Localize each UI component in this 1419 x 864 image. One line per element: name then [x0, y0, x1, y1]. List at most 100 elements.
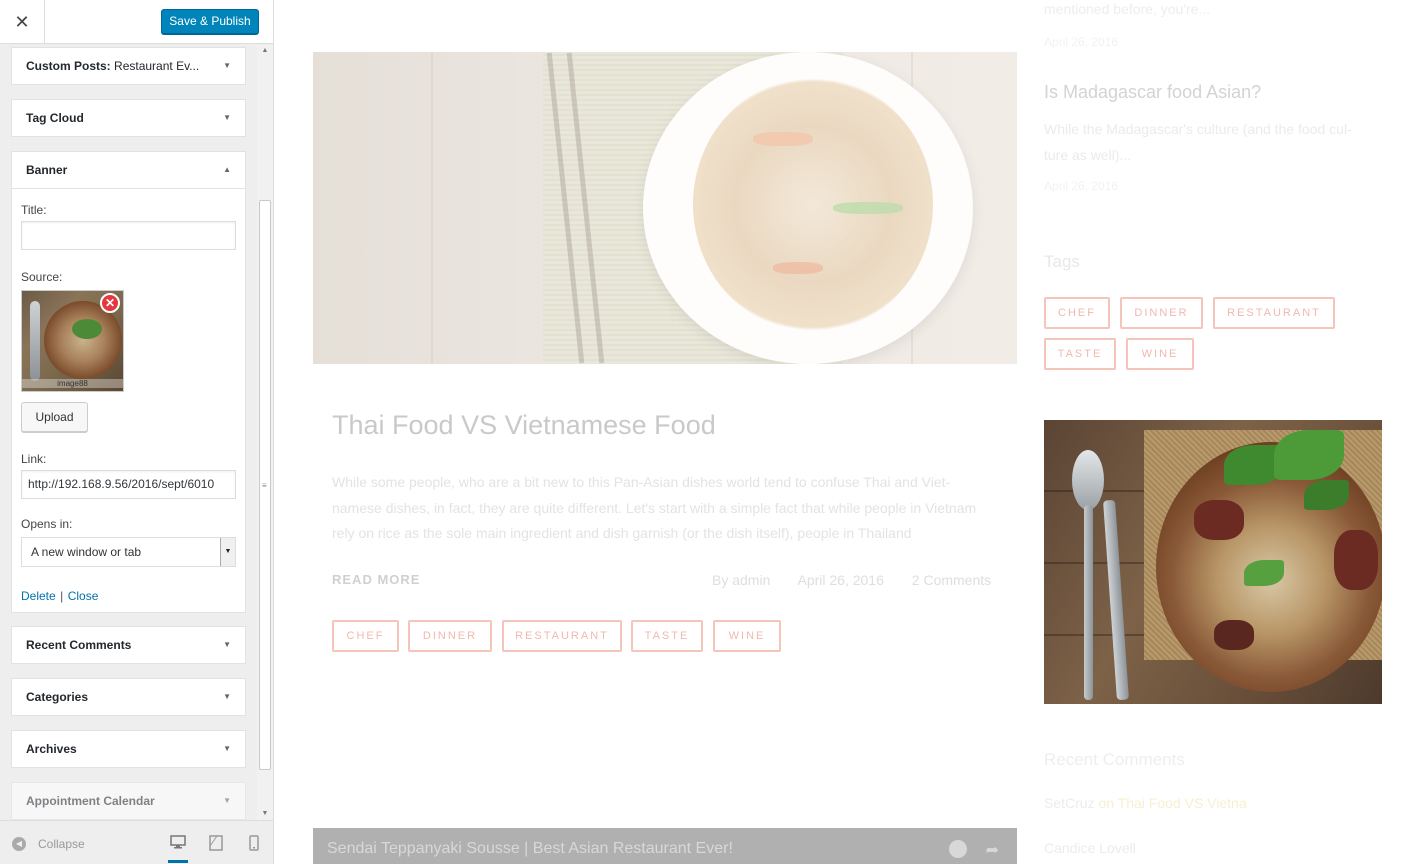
save-publish-button[interactable]: Save & Publish [161, 9, 259, 34]
sidebar-post-excerpt: While the Madagascar's culture (and the … [1044, 121, 1352, 163]
banner-widget-image[interactable] [1044, 420, 1382, 704]
separator: | [60, 589, 64, 603]
post-title[interactable]: Thai Food VS Vietnamese Food [332, 410, 716, 441]
image-spoon [1072, 450, 1104, 510]
widget-banner[interactable]: Banner ▲ Title: Source: image88 ✕ Upload… [11, 151, 246, 613]
grip-icon: ≡ [262, 481, 267, 490]
customizer-header: ✕ Save & Publish [0, 0, 273, 44]
widget-archives[interactable]: Archives ▼ [11, 730, 246, 768]
widgets-panel: Custom Posts: Restaurant Ev... ▼ Tag Clo… [0, 45, 256, 820]
widget-title: Banner [26, 163, 68, 177]
collapse-icon[interactable]: ◀ [12, 837, 26, 851]
site-preview: mentioned before, you're... April 26, 20… [274, 0, 1419, 864]
read-more-link[interactable]: READ MORE [332, 572, 420, 587]
widget-custom-posts[interactable]: Custom Posts: Restaurant Ev... ▼ [11, 47, 246, 85]
banner-form: Title: Source: image88 ✕ Upload Link: ht… [12, 188, 245, 605]
scroll-up-icon[interactable]: ▲ [257, 45, 273, 57]
post-comments[interactable]: 2 Comments [912, 572, 991, 588]
image-spoon-handle [1084, 505, 1093, 700]
opens-in-select[interactable]: A new window or tab ▼ [21, 537, 236, 567]
thumb-herb [72, 319, 102, 339]
post-tag[interactable]: RESTAURANT [502, 620, 622, 652]
desktop-icon[interactable] [168, 835, 188, 863]
post-author[interactable]: By admin [712, 572, 770, 588]
tablet-icon[interactable] [206, 835, 226, 853]
sidebar-tag[interactable]: WINE [1126, 338, 1194, 370]
sidebar-tag[interactable]: TASTE [1044, 338, 1116, 370]
upload-row: Upload [21, 402, 236, 432]
sidebar-post-title[interactable]: Is Madagascar food Asian? [1044, 82, 1261, 103]
widget-title: Tag Cloud [26, 111, 84, 125]
tags-heading: Tags [1044, 252, 1080, 271]
sidebar-tag[interactable]: RESTAURANT [1213, 297, 1335, 329]
chevron-down-icon[interactable]: ▼ [223, 731, 231, 767]
widget-title: Appointment Calendar [26, 794, 155, 808]
widget-header[interactable]: Banner ▲ [12, 152, 245, 188]
remove-image-icon[interactable]: ✕ [100, 293, 120, 313]
share-icon[interactable]: ➦ [986, 840, 999, 860]
chevron-down-icon[interactable]: ▼ [223, 783, 231, 819]
close-icon: ✕ [14, 12, 30, 32]
prev-post-excerpt: mentioned before, you're... [1044, 1, 1211, 17]
collapse-button[interactable]: Collapse [38, 837, 85, 851]
widget-header[interactable]: Archives ▼ [12, 731, 245, 767]
post-tag[interactable]: TASTE [631, 620, 703, 652]
video-title[interactable]: Sendai Teppanyaki Sousse | Best Asian Re… [327, 840, 733, 858]
widget-subtitle: Restaurant Ev... [114, 59, 200, 73]
widget-recent-comments[interactable]: Recent Comments ▼ [11, 626, 246, 664]
upload-button[interactable]: Upload [21, 402, 88, 432]
post-meta: By admin April 26, 2016 2 Comments [712, 572, 1015, 588]
link-label: Link: [21, 452, 47, 466]
comment-post-link[interactable]: on Thai Food VS Vietna [1098, 795, 1246, 811]
mobile-icon[interactable] [244, 835, 264, 853]
scroll-thumb[interactable]: ≡ [259, 200, 271, 770]
sidebar-tag[interactable]: CHEF [1044, 297, 1110, 329]
chevron-down-icon[interactable]: ▼ [223, 100, 231, 136]
post-tag[interactable]: CHEF [332, 620, 399, 652]
widget-tag-cloud[interactable]: Tag Cloud ▼ [11, 99, 246, 137]
widget-header[interactable]: Custom Posts: Restaurant Ev... ▼ [12, 48, 245, 84]
close-link[interactable]: Close [68, 589, 99, 603]
customizer-sidebar: ✕ Save & Publish Custom Posts: Restauran… [0, 0, 274, 864]
widget-header[interactable]: Categories ▼ [12, 679, 245, 715]
post-featured-image[interactable] [313, 52, 1017, 364]
widget-title: Archives [26, 742, 77, 756]
source-label: Source: [21, 270, 63, 284]
chevron-down-icon[interactable]: ▼ [223, 627, 231, 663]
recent-comments-heading: Recent Comments [1044, 750, 1185, 769]
delete-link[interactable]: Delete [21, 589, 56, 603]
sidebar-tag[interactable]: DINNER [1120, 297, 1203, 329]
sidebar-scrollbar[interactable]: ▲ ≡ ▼ [257, 45, 273, 820]
chevron-down-icon[interactable]: ▼ [223, 48, 231, 84]
widget-header[interactable]: Tag Cloud ▼ [12, 100, 245, 136]
banner-image-thumbnail[interactable]: image88 ✕ [21, 290, 124, 392]
image-meat [1194, 500, 1244, 540]
close-customizer-button[interactable]: ✕ [0, 0, 45, 44]
customizer-footer: ◀ Collapse [0, 820, 273, 864]
video-embed[interactable]: Sendai Teppanyaki Sousse | Best Asian Re… [313, 828, 1017, 864]
opens-in-label: Opens in: [21, 517, 73, 531]
chevron-down-icon[interactable]: ▼ [220, 538, 235, 566]
clock-icon[interactable] [949, 840, 967, 858]
chevron-up-icon[interactable]: ▲ [223, 152, 231, 188]
widget-title: Recent Comments [26, 638, 132, 652]
post-tag[interactable]: DINNER [408, 620, 492, 652]
post-date[interactable]: April 26, 2016 [797, 572, 883, 588]
scroll-down-icon[interactable]: ▼ [257, 808, 273, 820]
title-input[interactable] [21, 221, 236, 250]
widget-appointment-calendar[interactable]: Appointment Calendar ▼ [11, 782, 246, 820]
chevron-down-icon[interactable]: ▼ [223, 679, 231, 715]
post-excerpt: While some people, who are a bit new to … [332, 474, 977, 541]
post-tag[interactable]: WINE [713, 620, 781, 652]
widget-header[interactable]: Appointment Calendar ▼ [12, 783, 245, 819]
image-overlay [313, 52, 1017, 364]
widget-categories[interactable]: Categories ▼ [11, 678, 246, 716]
image-meat [1334, 530, 1378, 590]
title-label: Title: [21, 203, 47, 217]
thumb-spoon [30, 301, 40, 381]
comment-author[interactable]: SetCruz [1044, 795, 1095, 811]
link-input[interactable]: http://192.168.9.56/2016/sept/6010 [21, 470, 236, 499]
widget-header[interactable]: Recent Comments ▼ [12, 627, 245, 663]
image-herb [1274, 430, 1344, 480]
recent-comment-author[interactable]: Candice Lovell [1044, 840, 1136, 856]
